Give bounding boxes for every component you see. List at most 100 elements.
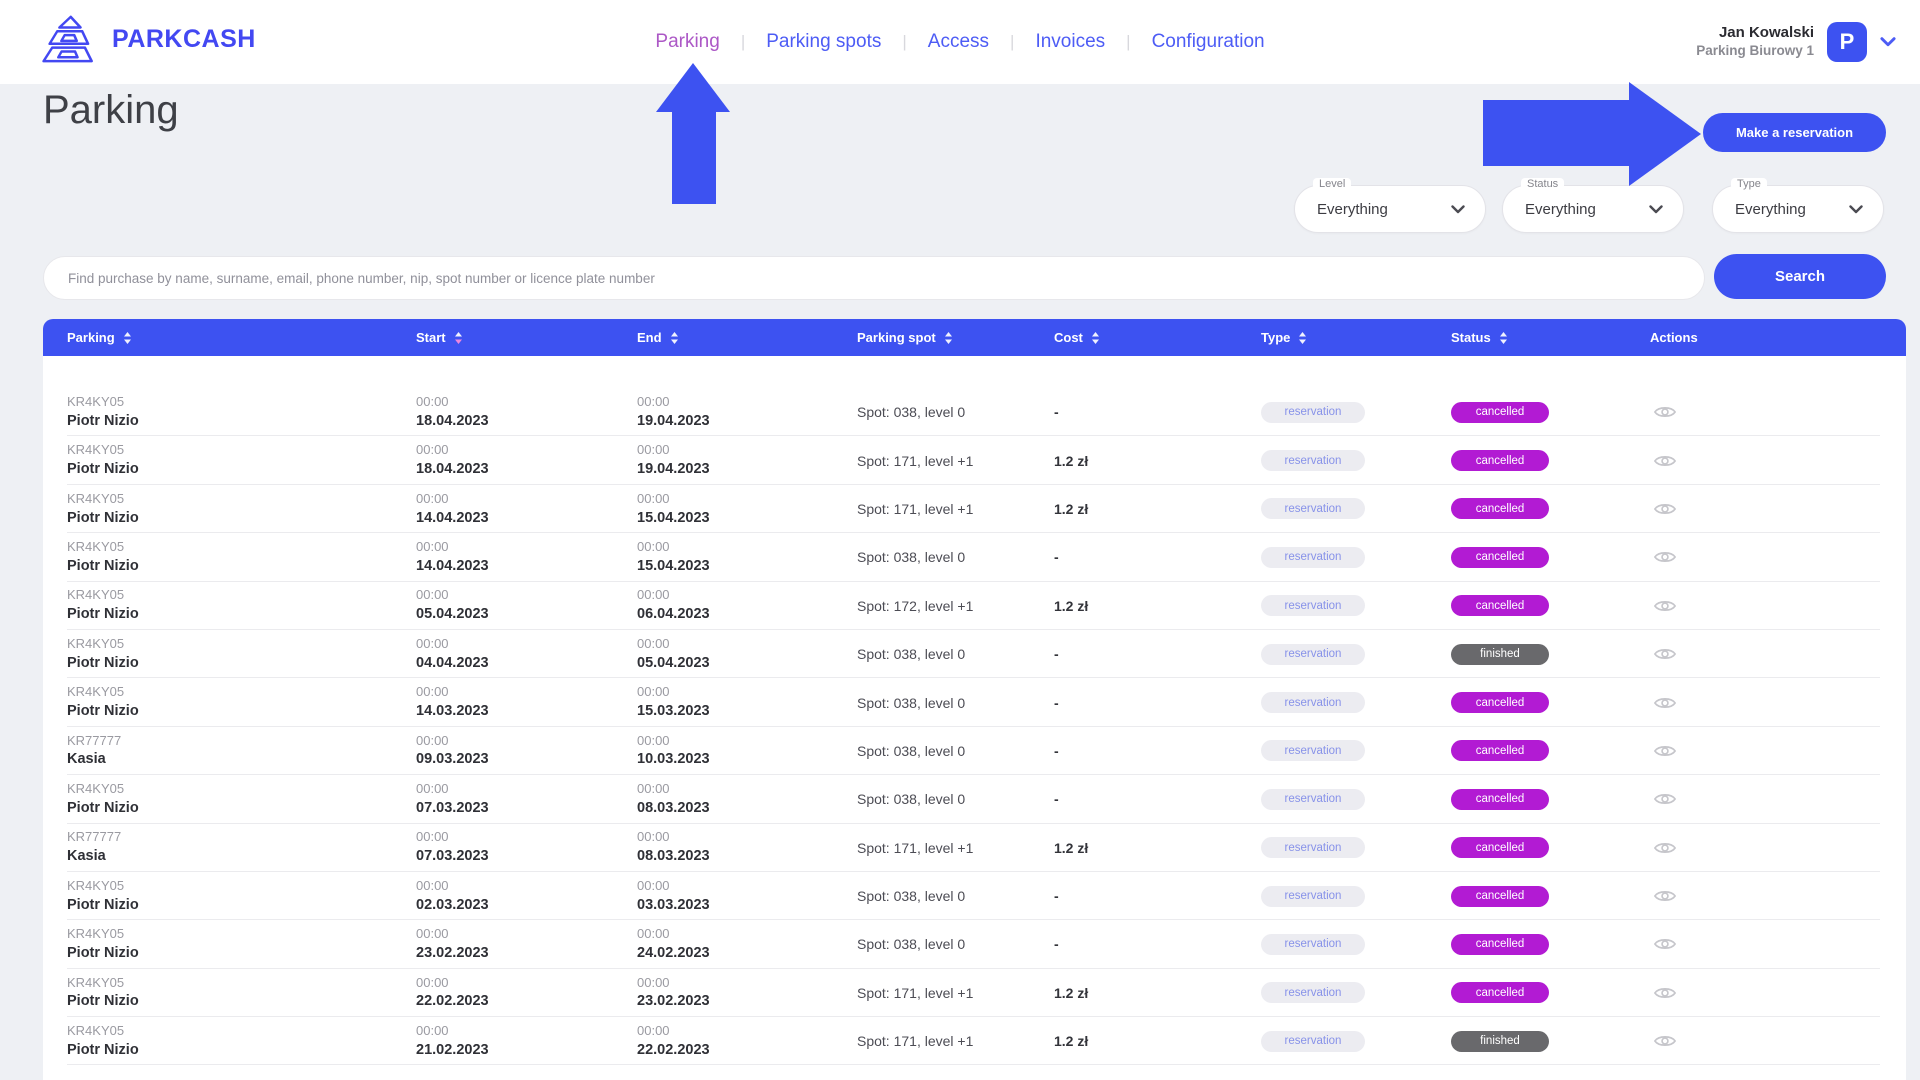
view-details-button[interactable] bbox=[1654, 840, 1676, 856]
table-row: KR4KY05 Piotr Nizio 00:00 14.04.2023 00:… bbox=[43, 485, 1906, 533]
view-details-button[interactable] bbox=[1654, 791, 1676, 807]
type-badge: reservation bbox=[1261, 402, 1365, 423]
filter-status-value: Everything bbox=[1525, 201, 1596, 218]
cell-cost: - bbox=[1054, 549, 1261, 565]
start-date: 23.02.2023 bbox=[416, 944, 637, 963]
column-header-type[interactable]: Type bbox=[1261, 330, 1451, 345]
cell-start: 00:00 09.03.2023 bbox=[416, 733, 637, 770]
end-time: 00:00 bbox=[637, 926, 857, 943]
cell-parking: KR4KY05 Piotr Nizio bbox=[67, 878, 416, 915]
start-date: 04.04.2023 bbox=[416, 654, 637, 673]
cell-end: 00:00 22.02.2023 bbox=[637, 1023, 857, 1060]
end-time: 00:00 bbox=[637, 878, 857, 895]
end-time: 00:00 bbox=[637, 491, 857, 508]
nav-item-parking[interactable]: Parking bbox=[655, 31, 719, 53]
cell-cost: 1.2 zł bbox=[1054, 985, 1261, 1001]
view-details-button[interactable] bbox=[1654, 549, 1676, 565]
customer-name: Piotr Nizio bbox=[67, 557, 416, 576]
user-info: Jan Kowalski Parking Biurowy 1 bbox=[1696, 24, 1814, 60]
column-header-end[interactable]: End bbox=[637, 330, 857, 345]
annotation-arrow-right-shaft bbox=[1483, 100, 1629, 166]
nav-item-invoices[interactable]: Invoices bbox=[1035, 31, 1105, 53]
end-date: 22.02.2023 bbox=[637, 1041, 857, 1060]
eye-icon bbox=[1654, 501, 1676, 517]
start-time: 00:00 bbox=[416, 975, 637, 992]
view-details-button[interactable] bbox=[1654, 936, 1676, 952]
end-date: 19.04.2023 bbox=[637, 460, 857, 479]
cell-cost: 1.2 zł bbox=[1054, 453, 1261, 469]
type-badge: reservation bbox=[1261, 837, 1365, 858]
view-details-button[interactable] bbox=[1654, 743, 1676, 759]
column-header-cost[interactable]: Cost bbox=[1054, 330, 1261, 345]
column-header-start[interactable]: Start bbox=[416, 330, 637, 345]
table-body: KR4KY05 Piotr Nizio 00:00 18.04.2023 00:… bbox=[43, 356, 1906, 1080]
view-details-button[interactable] bbox=[1654, 985, 1676, 1001]
end-time: 00:00 bbox=[637, 781, 857, 798]
brand-logo[interactable]: PARKCASH bbox=[40, 14, 256, 64]
cell-parking-spot: Spot: 171, level +1 bbox=[857, 1033, 1054, 1049]
end-date: 08.03.2023 bbox=[637, 799, 857, 818]
view-details-button[interactable] bbox=[1654, 501, 1676, 517]
cell-parking: KR4KY05 Piotr Nizio bbox=[67, 975, 416, 1012]
cell-end: 00:00 10.03.2023 bbox=[637, 733, 857, 770]
view-details-button[interactable] bbox=[1654, 1033, 1676, 1049]
nav-separator: | bbox=[1126, 32, 1130, 52]
search-button[interactable]: Search bbox=[1714, 254, 1886, 299]
nav-item-access[interactable]: Access bbox=[928, 31, 989, 53]
status-badge: cancelled bbox=[1451, 595, 1549, 616]
table-row: KR4KY05 Piotr Nizio 00:00 18.04.2023 00:… bbox=[43, 436, 1906, 484]
cell-parking-spot: Spot: 038, level 0 bbox=[857, 936, 1054, 952]
nav-item-configuration[interactable]: Configuration bbox=[1152, 31, 1265, 53]
end-time: 00:00 bbox=[637, 442, 857, 459]
view-details-button[interactable] bbox=[1654, 598, 1676, 614]
view-details-button[interactable] bbox=[1654, 695, 1676, 711]
cell-parking-spot: Spot: 172, level +1 bbox=[857, 598, 1054, 614]
licence-plate: KR4KY05 bbox=[67, 781, 416, 798]
nav-item-parking-spots[interactable]: Parking spots bbox=[766, 31, 881, 53]
customer-name: Piotr Nizio bbox=[67, 412, 416, 431]
column-header-parking[interactable]: Parking bbox=[67, 330, 416, 345]
cell-parking-spot: Spot: 038, level 0 bbox=[857, 646, 1054, 662]
view-details-button[interactable] bbox=[1654, 646, 1676, 662]
avatar[interactable]: P bbox=[1827, 22, 1867, 62]
cell-cost: - bbox=[1054, 404, 1261, 420]
status-badge: cancelled bbox=[1451, 982, 1549, 1003]
user-menu[interactable]: Jan Kowalski Parking Biurowy 1 P bbox=[1696, 0, 1896, 84]
status-badge: cancelled bbox=[1451, 934, 1549, 955]
column-header-parking-spot[interactable]: Parking spot bbox=[857, 330, 1054, 345]
cell-parking: KR77777 Kasia bbox=[67, 733, 416, 770]
chevron-down-icon[interactable] bbox=[1880, 37, 1896, 47]
start-date: 14.03.2023 bbox=[416, 702, 637, 721]
filter-type-select[interactable]: Type Everything bbox=[1712, 185, 1884, 233]
view-details-button[interactable] bbox=[1654, 453, 1676, 469]
nav-separator: | bbox=[902, 32, 906, 52]
customer-name: Piotr Nizio bbox=[67, 509, 416, 528]
licence-plate: KR77777 bbox=[67, 829, 416, 846]
start-time: 00:00 bbox=[416, 587, 637, 604]
cell-end: 00:00 19.04.2023 bbox=[637, 442, 857, 479]
licence-plate: KR77777 bbox=[67, 733, 416, 750]
filter-level-select[interactable]: Level Everything bbox=[1294, 185, 1486, 233]
cell-parking: KR4KY05 Piotr Nizio bbox=[67, 636, 416, 673]
licence-plate: KR4KY05 bbox=[67, 636, 416, 653]
view-details-button[interactable] bbox=[1654, 404, 1676, 420]
search-input[interactable] bbox=[43, 256, 1705, 300]
cell-parking: KR4KY05 Piotr Nizio bbox=[67, 926, 416, 963]
filter-status-select[interactable]: Status Everything bbox=[1502, 185, 1684, 233]
start-time: 00:00 bbox=[416, 733, 637, 750]
start-time: 00:00 bbox=[416, 781, 637, 798]
end-time: 00:00 bbox=[637, 539, 857, 556]
view-details-button[interactable] bbox=[1654, 888, 1676, 904]
start-date: 18.04.2023 bbox=[416, 460, 637, 479]
customer-name: Kasia bbox=[67, 750, 416, 769]
cell-start: 00:00 04.04.2023 bbox=[416, 636, 637, 673]
status-badge: finished bbox=[1451, 1031, 1549, 1052]
column-header-status[interactable]: Status bbox=[1451, 330, 1650, 345]
make-reservation-button[interactable]: Make a reservation bbox=[1703, 113, 1886, 152]
licence-plate: KR4KY05 bbox=[67, 539, 416, 556]
table-row: KR77777 Kasia 00:00 07.03.2023 00:00 08.… bbox=[43, 824, 1906, 872]
start-time: 00:00 bbox=[416, 636, 637, 653]
brand-name: PARKCASH bbox=[112, 25, 256, 54]
start-time: 00:00 bbox=[416, 926, 637, 943]
end-time: 00:00 bbox=[637, 587, 857, 604]
